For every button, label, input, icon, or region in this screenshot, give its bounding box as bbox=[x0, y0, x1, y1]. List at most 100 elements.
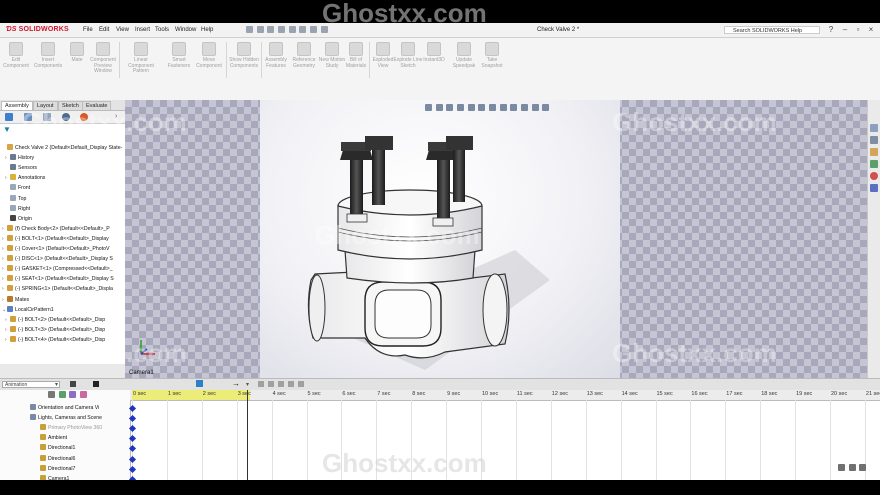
zoom-out-icon[interactable] bbox=[848, 464, 856, 471]
motion-tree-item[interactable]: Ambient bbox=[40, 434, 67, 443]
monitor-icon[interactable] bbox=[542, 104, 550, 111]
feature-tree-icon[interactable] bbox=[5, 113, 13, 121]
display-style-icon[interactable] bbox=[489, 104, 497, 111]
timeline-playhead[interactable] bbox=[247, 390, 249, 480]
motor-icon[interactable] bbox=[298, 381, 304, 387]
menu-view[interactable]: View bbox=[116, 27, 129, 33]
zoom-area-icon[interactable] bbox=[435, 104, 443, 111]
take-snapshot-button[interactable]: Take Snapshot bbox=[477, 42, 507, 69]
section-view-icon[interactable] bbox=[457, 104, 465, 111]
motion-tree-item[interactable]: Lights, Cameras and Scene bbox=[30, 414, 102, 423]
design-library-icon[interactable] bbox=[870, 136, 878, 144]
keyframe-marker[interactable] bbox=[128, 475, 137, 480]
play-mode-icon[interactable]: → bbox=[232, 379, 240, 388]
save-icon[interactable] bbox=[267, 26, 275, 33]
chevron-down-icon[interactable]: ▾ bbox=[55, 381, 58, 388]
menu-window[interactable]: Window bbox=[175, 27, 196, 33]
view-settings-icon[interactable] bbox=[531, 104, 539, 111]
motion-tree-item[interactable]: Camera1 bbox=[40, 474, 69, 480]
feature-tree-item[interactable]: › (-) Cover<1> (Default<<Default>_PhotoV bbox=[2, 245, 109, 254]
feature-tree-item[interactable]: Front bbox=[5, 184, 30, 193]
filter-results-icon[interactable] bbox=[80, 391, 88, 398]
motion-tree-item[interactable]: Directional7 bbox=[40, 464, 75, 474]
feature-tree-item[interactable]: › (-) GASKET<1> (Compressed<<Default>_ bbox=[2, 265, 113, 274]
bill-of-materials-button[interactable]: Bill of Materials bbox=[341, 42, 371, 69]
dynamic-annotation-icon[interactable] bbox=[467, 104, 475, 111]
file-explorer-icon[interactable] bbox=[870, 148, 878, 156]
filter-selected-icon[interactable] bbox=[69, 391, 77, 398]
rebuild-icon[interactable] bbox=[310, 26, 318, 33]
motion-tree-item[interactable]: Directional1 bbox=[40, 444, 75, 453]
feature-tree-item[interactable]: Right bbox=[5, 204, 30, 214]
apply-scene-icon[interactable] bbox=[521, 104, 529, 111]
zoom-fit-icon[interactable] bbox=[425, 104, 432, 111]
menu-tools[interactable]: Tools bbox=[155, 27, 169, 33]
smart-fasteners-button[interactable]: Smart Fasteners bbox=[164, 42, 194, 69]
open-icon[interactable] bbox=[256, 26, 264, 33]
keyframe-marker[interactable] bbox=[128, 455, 137, 463]
filter-driving-icon[interactable] bbox=[58, 391, 66, 398]
edit-component-button[interactable]: Edit Component bbox=[1, 42, 31, 69]
autokey-icon[interactable] bbox=[278, 381, 284, 387]
update-speedpak-button[interactable]: Update Speedpak bbox=[449, 42, 479, 69]
feature-tree-item[interactable]: › (-) BOLT<2> (Default<<Default>_Disp bbox=[5, 315, 105, 325]
solidworks-logo[interactable]: ƊS SOLIDWORKS bbox=[6, 26, 69, 33]
view-orientation-icon[interactable] bbox=[478, 104, 486, 111]
show-hidden-components-button[interactable]: Show Hidden Components bbox=[229, 42, 259, 69]
keyframe-marker[interactable] bbox=[128, 425, 137, 433]
minimize-icon[interactable]: – bbox=[840, 25, 850, 35]
feature-tree-item[interactable]: Sensors bbox=[5, 164, 37, 173]
edit-appearance-icon[interactable] bbox=[510, 104, 518, 111]
calculate-icon[interactable] bbox=[70, 381, 76, 387]
graphics-area[interactable]: Camera1 bbox=[125, 100, 867, 378]
feature-tree-item[interactable]: Check Valve 2 (Default<Default_Display S… bbox=[2, 144, 122, 153]
zoom-in-icon[interactable] bbox=[838, 464, 845, 471]
reference-geometry-button[interactable]: Reference Geometry bbox=[289, 42, 319, 69]
assembly-features-button[interactable]: Assembly Features bbox=[261, 42, 291, 69]
keyframe-marker[interactable] bbox=[128, 415, 137, 423]
solidworks-resources-icon[interactable] bbox=[870, 124, 878, 132]
stop-icon[interactable] bbox=[93, 381, 99, 387]
feature-tree-item[interactable]: › Annotations bbox=[5, 174, 45, 183]
select-icon[interactable] bbox=[299, 26, 307, 33]
undo-icon[interactable] bbox=[288, 26, 296, 33]
help-search-input[interactable]: Search SOLIDWORKS Help bbox=[724, 26, 820, 34]
menu-insert[interactable]: Insert bbox=[135, 27, 150, 33]
animation-wizard-icon[interactable] bbox=[268, 381, 274, 387]
feature-tree-item[interactable]: › (-) BOLT<1> (Default<<Default>_Display bbox=[2, 234, 109, 244]
filter-icon[interactable]: ▼ bbox=[3, 125, 11, 134]
feature-tree-item[interactable]: › History bbox=[5, 154, 34, 163]
restore-icon[interactable]: ▫ bbox=[853, 25, 863, 35]
motion-tree-item[interactable]: Directional6 bbox=[40, 454, 75, 464]
keyframe-marker[interactable] bbox=[128, 404, 137, 413]
motion-tree-item[interactable]: Orientation and Camera Vi bbox=[30, 404, 99, 413]
feature-tree-item[interactable]: Top bbox=[5, 194, 26, 204]
study-type-select[interactable]: Animation bbox=[2, 381, 60, 388]
user-icon[interactable]: ? bbox=[826, 25, 836, 35]
keyframe-marker[interactable] bbox=[128, 435, 137, 443]
feature-tree-item[interactable]: › (-) SPRING<1> (Default<<Default>_Displa bbox=[2, 285, 113, 294]
timeline-grid[interactable] bbox=[128, 390, 880, 480]
filter-animated-icon[interactable] bbox=[48, 391, 55, 398]
appearances-icon[interactable] bbox=[870, 172, 878, 180]
new-document-icon[interactable] bbox=[246, 26, 253, 33]
feature-tree-item[interactable]: › (f) Check Body<2> (Default<<Default>_P bbox=[2, 224, 110, 234]
feature-tree-item[interactable]: › (-) SEAT<1> (Default<<Default>_Display … bbox=[2, 275, 114, 284]
playback-speed-icon[interactable]: ▾ bbox=[246, 381, 249, 388]
feature-tree-item[interactable]: › (-) DISC<1> (Default<<Default>_Display … bbox=[2, 255, 113, 264]
keyframe-marker[interactable] bbox=[128, 445, 137, 453]
print-icon[interactable] bbox=[278, 26, 286, 33]
feature-tree-item[interactable]: Origin bbox=[5, 214, 32, 224]
view-palette-icon[interactable] bbox=[870, 160, 878, 168]
zoom-to-fit-icon[interactable] bbox=[859, 464, 867, 471]
menu-edit[interactable]: Edit bbox=[99, 27, 109, 33]
motion-tree-item[interactable]: Primary PhotoView 360 bbox=[40, 424, 102, 433]
feature-tree-item[interactable]: › (-) BOLT<3> (Default<<Default>_Disp bbox=[5, 325, 105, 335]
hide-show-items-icon[interactable] bbox=[499, 104, 507, 111]
instant3d-button[interactable]: Instant3D bbox=[419, 42, 449, 64]
keyframe-marker[interactable] bbox=[128, 465, 137, 473]
menu-help[interactable]: Help bbox=[201, 27, 213, 33]
move-component-button[interactable]: Move Component bbox=[194, 42, 224, 69]
add-key-icon[interactable] bbox=[288, 381, 294, 387]
menu-file[interactable]: File bbox=[83, 27, 93, 33]
